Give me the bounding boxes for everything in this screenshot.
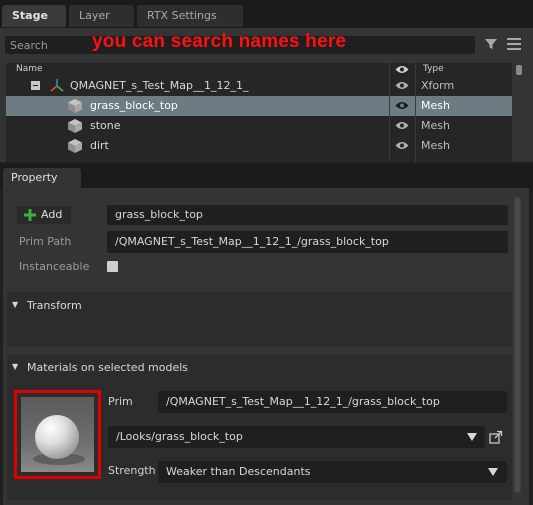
column-name[interactable]: Name	[16, 64, 43, 74]
visibility-icon[interactable]	[395, 81, 409, 90]
transform-title[interactable]: Transform	[27, 299, 82, 312]
filter-icon[interactable]	[484, 37, 498, 51]
tree-row-selected[interactable]: grass_block_top Mesh	[6, 96, 512, 116]
property-scrollbar-thumb[interactable]	[515, 198, 520, 492]
transform-section	[7, 292, 512, 346]
goto-material-icon[interactable]	[489, 430, 503, 444]
prim-label: Prim	[108, 395, 133, 408]
tree-scrollbar[interactable]	[516, 65, 522, 75]
tab-stage[interactable]: Stage	[2, 5, 66, 27]
visibility-header-icon	[395, 66, 409, 73]
materials-title[interactable]: Materials on selected models	[27, 361, 188, 374]
sphere-preview-icon	[21, 397, 94, 472]
strength-label: Strength	[108, 464, 156, 477]
column-divider	[415, 63, 416, 76]
search-placeholder: Search	[10, 39, 48, 52]
tree-item-type: Xform	[421, 79, 455, 92]
tree-item-type: Mesh	[421, 99, 450, 112]
material-dropdown[interactable]: /Looks/grass_block_top	[108, 426, 485, 448]
tab-rtx-settings[interactable]: RTX Settings	[137, 5, 243, 27]
instanceable-checkbox[interactable]	[107, 261, 118, 272]
strength-dropdown-value: Weaker than Descendants	[166, 465, 311, 478]
tree-item-label: dirt	[90, 139, 109, 152]
collapse-triangle-icon[interactable]: ▼	[12, 300, 18, 309]
visibility-icon[interactable]	[395, 121, 409, 130]
menu-icon[interactable]	[507, 38, 521, 50]
tree-item-type: Mesh	[421, 119, 450, 132]
tree-row[interactable]: dirt Mesh	[6, 136, 512, 156]
column-divider	[415, 76, 416, 162]
chevron-down-icon[interactable]	[467, 433, 477, 441]
column-divider	[389, 76, 390, 162]
mesh-icon	[68, 99, 82, 113]
mesh-icon	[68, 119, 82, 133]
material-prim-field[interactable]: /QMAGNET_s_Test_Map__1_12_1_/grass_block…	[158, 391, 507, 413]
collapse-triangle-icon[interactable]: ▼	[12, 362, 18, 371]
strength-dropdown[interactable]: Weaker than Descendants	[158, 461, 507, 483]
tree-item-type: Mesh	[421, 139, 450, 152]
annotation-text: you can search names here	[92, 31, 347, 52]
collapse-icon[interactable]	[31, 81, 40, 90]
visibility-icon[interactable]	[395, 101, 409, 110]
xform-icon	[50, 79, 64, 92]
chevron-down-icon[interactable]	[488, 468, 498, 476]
column-type[interactable]: Type	[423, 64, 444, 74]
plus-icon	[24, 209, 36, 221]
prim-name-field[interactable]: grass_block_top	[107, 205, 508, 225]
tree-item-label: grass_block_top	[90, 99, 178, 112]
prim-path-field[interactable]: /QMAGNET_s_Test_Map__1_12_1_/grass_block…	[107, 231, 508, 253]
stage-tree-header: Name Type	[6, 63, 512, 76]
tree-item-label: QMAGNET_s_Test_Map__1_12_1_	[70, 79, 249, 92]
tree-item-label: stone	[90, 119, 121, 132]
material-dropdown-value: /Looks/grass_block_top	[116, 430, 243, 443]
tab-layer[interactable]: Layer	[69, 5, 134, 27]
visibility-icon[interactable]	[395, 141, 409, 150]
prim-path-label: Prim Path	[19, 235, 72, 248]
stage-tree: QMAGNET_s_Test_Map__1_12_1_ Xform grass_…	[6, 76, 512, 162]
instanceable-label: Instanceable	[19, 260, 90, 273]
material-thumbnail[interactable]	[21, 397, 94, 472]
tab-property[interactable]: Property	[3, 168, 81, 188]
mesh-icon	[68, 139, 82, 153]
add-button-label: Add	[41, 208, 63, 221]
tree-row[interactable]: stone Mesh	[6, 116, 512, 136]
column-divider	[389, 63, 390, 76]
tree-row[interactable]: QMAGNET_s_Test_Map__1_12_1_ Xform	[6, 76, 512, 96]
stage-panel: Search you can search names here Name Ty…	[0, 28, 533, 162]
add-button[interactable]: Add	[17, 206, 71, 224]
